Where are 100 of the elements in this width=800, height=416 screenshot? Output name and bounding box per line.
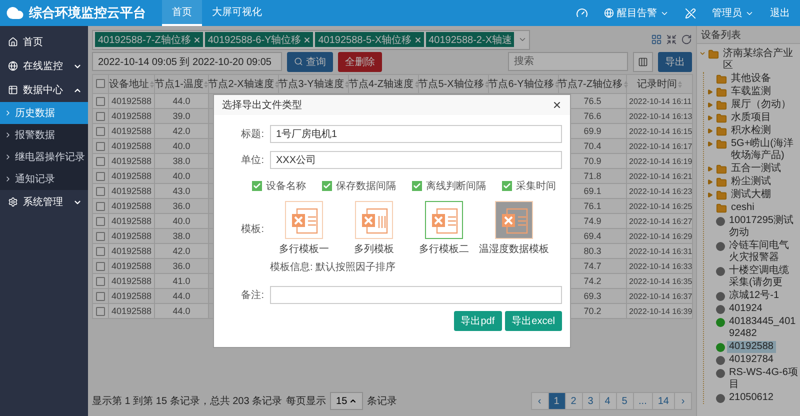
tree-item[interactable]: 测试大棚	[729, 188, 773, 200]
alarm-menu[interactable]: 醒目告警	[604, 6, 669, 20]
chevron-icon	[4, 175, 12, 183]
tree-item[interactable]: 40192784	[727, 354, 776, 366]
tree-item[interactable]: 40183445_40192482	[727, 316, 800, 340]
template-option[interactable]	[285, 201, 323, 239]
dropdown-caret-icon[interactable]	[518, 35, 527, 44]
tree-item[interactable]: 水质项目	[729, 112, 773, 124]
option-checkbox[interactable]	[322, 181, 332, 191]
row-checkbox[interactable]	[96, 127, 105, 136]
sidebar-subitem[interactable]: 通知记录	[0, 168, 88, 190]
row-checkbox[interactable]	[96, 277, 105, 286]
column-header: 节点1-温度	[154, 78, 204, 90]
expand-caret-icon[interactable]	[707, 102, 713, 108]
page-button[interactable]: 3	[582, 392, 600, 410]
option-checkbox[interactable]	[412, 181, 422, 191]
tag-label: 40192588-5-X轴位移	[318, 34, 412, 46]
tree-item[interactable]: 凉城12号-1	[727, 290, 782, 302]
tree-item[interactable]: 40192588	[727, 340, 776, 352]
user-menu[interactable]: 管理员	[712, 6, 754, 20]
tree-item[interactable]: ceshi	[729, 202, 756, 214]
row-checkbox[interactable]	[96, 262, 105, 272]
tree-item[interactable]: 五合一测试	[729, 162, 783, 174]
tree-item[interactable]: 21050612	[727, 392, 776, 404]
note-field[interactable]	[270, 286, 562, 304]
page-button[interactable]: 1	[548, 392, 566, 410]
export-button[interactable]: 导出	[658, 52, 692, 72]
template-option[interactable]	[425, 201, 463, 239]
row-checkbox[interactable]	[96, 157, 105, 166]
expand-caret-icon[interactable]	[707, 166, 713, 172]
expand-caret-icon[interactable]	[707, 140, 713, 146]
grid-icon[interactable]	[651, 34, 662, 45]
row-checkbox[interactable]	[96, 202, 105, 212]
sidebar-item[interactable]: 在线监控	[0, 54, 88, 78]
row-checkbox[interactable]	[96, 232, 105, 242]
page-button[interactable]: 5	[616, 392, 634, 410]
tree-item[interactable]: 展厅（勿动）	[729, 98, 793, 110]
sidebar-subitem[interactable]: 历史数据	[0, 102, 88, 124]
tree-item[interactable]: 5G+崂山(海洋牧场海产品)	[729, 138, 800, 162]
logout-link[interactable]: 退出	[770, 6, 790, 20]
page-button[interactable]: 2	[564, 392, 583, 410]
query-button[interactable]: 查询	[287, 52, 333, 72]
expand-caret-icon[interactable]	[707, 128, 713, 134]
tree-item[interactable]: 冷链车间电气火灾报警器	[727, 240, 800, 264]
expand-caret-icon[interactable]	[707, 88, 713, 94]
tree-item[interactable]: 济南某综合产业区	[721, 48, 800, 72]
refresh-icon[interactable]	[681, 34, 692, 45]
tree-item[interactable]: 粉尘测试	[729, 176, 773, 188]
option-checkbox[interactable]	[502, 181, 512, 191]
tree-item[interactable]: RS-WS-4G-6项目	[727, 366, 800, 390]
page-button[interactable]: ‹	[530, 392, 549, 410]
nav-tab[interactable]: 大屏可视化	[202, 0, 272, 26]
page-button[interactable]: ›	[674, 392, 692, 410]
row-checkbox[interactable]	[96, 142, 105, 152]
expand-caret-icon[interactable]	[707, 178, 713, 184]
tree-item[interactable]: 十楼空调电缆采集(请勿更	[727, 264, 800, 288]
input-field[interactable]: 1号厂房电机1	[270, 125, 562, 143]
remove-tag-button[interactable]	[192, 36, 201, 44]
row-checkbox[interactable]	[96, 307, 105, 316]
row-checkbox[interactable]	[96, 112, 105, 122]
date-range-field[interactable]: 2022-10-14 09:05 到 2022-10-20 09:05	[92, 52, 282, 71]
tree-item[interactable]: 10017295测试勿动	[727, 214, 800, 238]
sidebar-item[interactable]: 系统管理	[0, 190, 88, 214]
tree-item[interactable]: 积水检测	[729, 124, 773, 136]
close-icon[interactable]	[552, 100, 562, 110]
page-button[interactable]: ...	[632, 392, 653, 410]
expand-caret-icon[interactable]	[707, 114, 713, 120]
expand-caret-icon[interactable]	[699, 50, 706, 57]
row-checkbox[interactable]	[96, 247, 105, 256]
row-checkbox[interactable]	[96, 172, 105, 182]
tree-item[interactable]: 401924	[727, 302, 764, 314]
table-cell: 39.0	[172, 111, 190, 121]
delete-button[interactable]: 全删除	[338, 52, 382, 72]
template-option[interactable]	[355, 201, 393, 239]
sidebar-subitem[interactable]: 继电器操作记录	[0, 146, 88, 168]
row-checkbox[interactable]	[96, 187, 105, 196]
option-checkbox[interactable]	[252, 181, 262, 191]
page-size-select[interactable]: 15	[330, 392, 364, 410]
expand-caret-icon[interactable]	[707, 192, 713, 198]
tree-item[interactable]: 车载监测	[729, 86, 773, 98]
sidebar-item[interactable]: 首页	[0, 30, 88, 54]
tree-item[interactable]: 其他设备	[729, 72, 773, 84]
page-button[interactable]: 14	[652, 392, 675, 410]
pen-off-icon[interactable]	[685, 8, 696, 18]
sidebar-item[interactable]: 数据中心	[0, 78, 88, 102]
sidebar-subitem[interactable]: 报警数据	[0, 124, 88, 146]
shrink-icon[interactable]	[666, 34, 677, 45]
input-field[interactable]: XXX公司	[270, 151, 562, 169]
remove-tag-button[interactable]	[303, 36, 312, 44]
page-button[interactable]: 4	[598, 392, 617, 410]
row-checkbox[interactable]	[96, 97, 105, 106]
table-cell: 2022-10-14 16:33	[629, 262, 692, 270]
columns-button[interactable]	[633, 52, 653, 72]
row-checkbox[interactable]	[96, 217, 105, 226]
row-checkbox[interactable]	[96, 292, 105, 302]
remove-tag-button[interactable]	[414, 36, 422, 44]
tag-select[interactable]: 40192588-7-Z轴位移 40192588-6-Y轴位移 40192588-5-X轴位移 40192588-2-X轴速	[92, 30, 530, 50]
gauge-icon[interactable]	[576, 7, 588, 19]
search-field[interactable]: 搜索	[508, 52, 628, 71]
select-all-checkbox[interactable]	[96, 79, 105, 88]
